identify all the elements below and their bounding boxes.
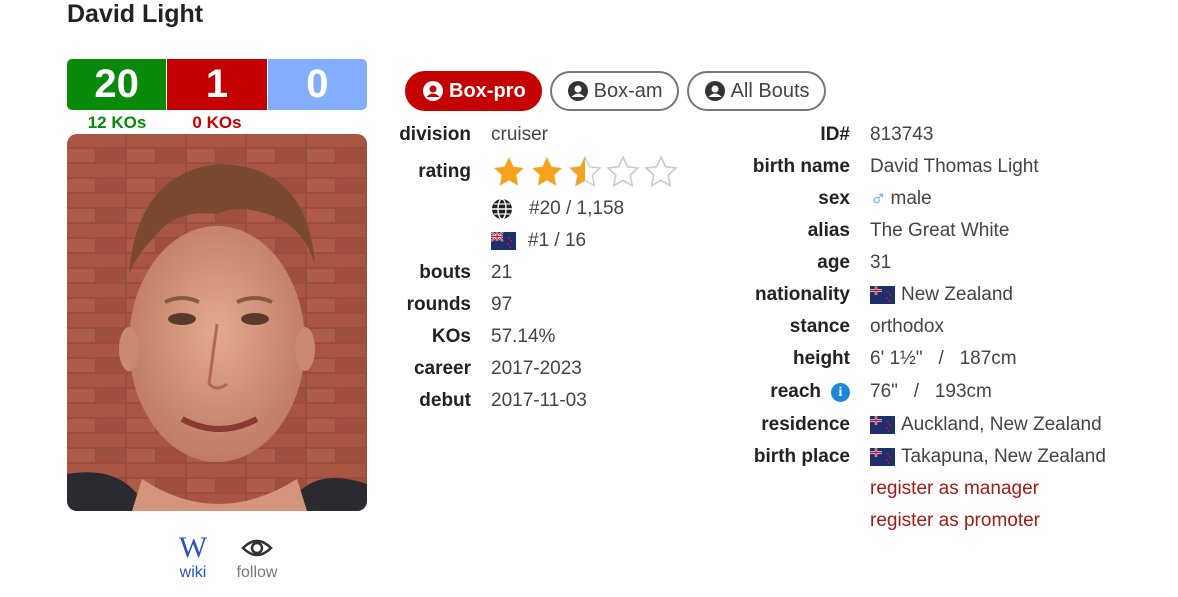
stance-label: stance bbox=[789, 316, 850, 337]
alias-value: The Great White bbox=[870, 220, 1010, 241]
wikipedia-icon: W bbox=[178, 531, 208, 564]
user-circle-icon bbox=[423, 81, 443, 101]
rounds-label: rounds bbox=[406, 294, 471, 315]
career-label: career bbox=[413, 358, 471, 379]
star-empty-icon bbox=[606, 155, 640, 188]
sex-value: male bbox=[890, 188, 932, 209]
kos-value: 57.14% bbox=[491, 326, 556, 347]
division-value: cruiser bbox=[491, 124, 549, 145]
star-full-icon bbox=[494, 157, 524, 186]
loss-kos: 0 KOs bbox=[192, 113, 242, 132]
rating-label: rating bbox=[418, 161, 471, 182]
bio-panel: ID# 813743 birth name David Thomas Light… bbox=[700, 119, 1106, 537]
birth-name-label: birth name bbox=[752, 156, 850, 177]
id-value: 813743 bbox=[870, 124, 934, 145]
tab-label: All Bouts bbox=[730, 79, 810, 102]
stats-panel: division cruiser rating #20 / 1,158 #1 /… bbox=[370, 119, 679, 417]
residence-value[interactable]: Auckland, New Zealand bbox=[901, 414, 1102, 436]
star-half-icon bbox=[568, 155, 602, 187]
stance-value: orthodox bbox=[870, 316, 944, 337]
win-kos: 12 KOs bbox=[87, 113, 147, 132]
wins-count: 20 bbox=[67, 59, 168, 110]
height-value: 6' 1½" / 187cm bbox=[870, 348, 1017, 369]
globe-icon bbox=[492, 198, 512, 220]
star-full-icon bbox=[532, 157, 562, 186]
follow-label: follow bbox=[236, 564, 278, 581]
eye-icon bbox=[241, 534, 273, 562]
nz-flag-icon bbox=[870, 286, 895, 304]
world-rank[interactable]: #20 / 1,158 bbox=[529, 198, 624, 220]
tab-box-pro[interactable]: Box-pro bbox=[405, 71, 542, 111]
birth-place-value[interactable]: Takapuna, New Zealand bbox=[901, 446, 1106, 468]
tab-all-bouts[interactable]: All Bouts bbox=[686, 71, 826, 111]
tab-label: Box-pro bbox=[449, 79, 526, 102]
info-icon[interactable]: i bbox=[831, 382, 850, 402]
male-icon: ♂ bbox=[870, 186, 887, 211]
rounds-value: 97 bbox=[491, 294, 513, 315]
age-label: age bbox=[817, 252, 850, 273]
birth-place-label: birth place bbox=[753, 446, 850, 467]
id-label: ID# bbox=[820, 124, 850, 145]
debut-value: 2017-11-03 bbox=[491, 390, 587, 411]
reach-value: 76" / 193cm bbox=[870, 381, 992, 402]
follow-link[interactable]: follow bbox=[234, 534, 280, 582]
nz-flag-icon bbox=[491, 232, 516, 250]
nz-flag-icon bbox=[870, 416, 895, 434]
nationality-value[interactable]: New Zealand bbox=[901, 284, 1013, 306]
age-value: 31 bbox=[870, 252, 892, 273]
reach-label: reach bbox=[770, 381, 821, 402]
tab-box-am[interactable]: Box-am bbox=[549, 71, 679, 111]
sex-label: sex bbox=[818, 188, 850, 209]
losses-count: 1 bbox=[167, 59, 268, 110]
record-bar: 20 1 0 bbox=[67, 59, 367, 110]
alias-label: alias bbox=[807, 220, 850, 241]
nz-flag-icon bbox=[870, 448, 895, 466]
residence-label: residence bbox=[761, 414, 850, 435]
star-empty-icon bbox=[644, 155, 678, 188]
boxer-name: David Light bbox=[67, 0, 204, 28]
bouts-label: bouts bbox=[419, 262, 471, 283]
draws-count: 0 bbox=[267, 59, 367, 110]
rating-stars bbox=[491, 155, 679, 189]
career-value: 2017-2023 bbox=[491, 358, 582, 379]
division-label: division bbox=[399, 124, 471, 145]
user-circle-icon bbox=[567, 81, 588, 101]
kos-label: KOs bbox=[431, 326, 471, 347]
register-promoter-link[interactable]: register as promoter bbox=[870, 510, 1040, 532]
wiki-label: wiki bbox=[179, 564, 207, 581]
country-rank[interactable]: #1 / 16 bbox=[528, 230, 586, 252]
register-manager-link[interactable]: register as manager bbox=[870, 478, 1039, 500]
nationality-label: nationality bbox=[754, 284, 850, 305]
debut-label: debut bbox=[419, 390, 471, 411]
height-label: height bbox=[793, 348, 850, 369]
birth-name-value: David Thomas Light bbox=[870, 156, 1039, 177]
wiki-link[interactable]: W wiki bbox=[170, 531, 216, 582]
bouts-value: 21 bbox=[491, 262, 513, 283]
record-tabs: Box-pro Box-am All Bouts bbox=[405, 71, 826, 111]
tab-label: Box-am bbox=[593, 79, 663, 102]
user-circle-icon bbox=[704, 81, 725, 101]
boxer-photo bbox=[67, 134, 367, 511]
